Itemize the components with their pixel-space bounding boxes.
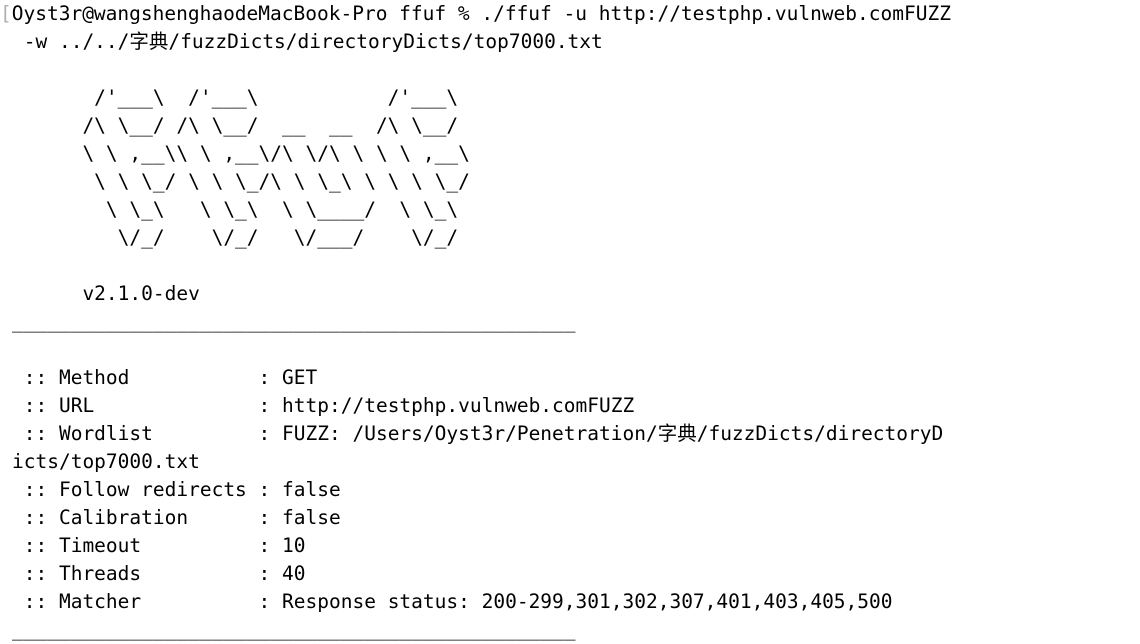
config-row-wrap: icts/top7000.txt xyxy=(12,448,200,476)
config-value: Response status: 200-299,301,302,307,401… xyxy=(282,590,893,613)
banner-line: \/_/ \/_/ \/___/ \/_/ xyxy=(12,226,459,249)
separator-line: ________________________________________… xyxy=(12,310,576,333)
config-label: :: Wordlist : xyxy=(12,422,283,445)
config-row: :: Timeout : 10 xyxy=(12,532,306,560)
config-value: 40 xyxy=(282,562,306,585)
command-text: Oyst3r@wangshenghaodeMacBook-Pro ffuf % … xyxy=(11,2,951,25)
config-row: :: Wordlist : FUZZ: /Users/Oyst3r/Penetr… xyxy=(12,420,944,448)
config-value: http://testphp.vulnweb.comFUZZ xyxy=(282,394,635,417)
config-label: :: Calibration : xyxy=(12,506,283,529)
config-row: :: Threads : 40 xyxy=(12,560,306,588)
config-value: FUZZ: /Users/Oyst3r/Penetration/字典/fuzzD… xyxy=(282,422,944,445)
separator-line: ________________________________________… xyxy=(12,618,576,641)
banner-line: \ \ \_/ \ \ \_/\ \ \_\ \ \ \ \_/ xyxy=(12,170,470,193)
banner-line: /\ \__/ /\ \__/ __ __ /\ \__/ xyxy=(12,114,459,137)
config-row: :: Matcher : Response status: 200-299,30… xyxy=(12,588,893,616)
banner-line: /'___\ /'___\ /'___\ xyxy=(12,86,459,109)
config-label: :: Follow redirects : xyxy=(12,478,283,501)
config-label: :: Threads : xyxy=(12,562,283,585)
config-value: icts/top7000.txt xyxy=(12,450,200,473)
command-continuation: -w ../../字典/fuzzDicts/directoryDicts/top… xyxy=(12,30,603,53)
config-row: :: URL : http://testphp.vulnweb.comFUZZ xyxy=(12,392,635,420)
command-line: [Oyst3r@wangshenghaodeMacBook-Pro ffuf %… xyxy=(0,0,951,28)
config-row: :: Calibration : false xyxy=(12,504,341,532)
config-label: :: Method : xyxy=(12,366,283,389)
config-value: false xyxy=(282,478,341,501)
config-row: :: Follow redirects : false xyxy=(12,476,341,504)
config-value: 10 xyxy=(282,534,306,557)
banner-line: \ \ ,__\\ \ ,__\/\ \/\ \ \ \ ,__\ xyxy=(12,142,470,165)
config-label: :: URL : xyxy=(12,394,283,417)
config-label: :: Matcher : xyxy=(12,590,283,613)
config-value: false xyxy=(282,506,341,529)
config-label: :: Timeout : xyxy=(12,534,283,557)
version-text: v2.1.0-dev xyxy=(12,282,200,305)
config-value: GET xyxy=(282,366,318,389)
terminal-window[interactable]: [Oyst3r@wangshenghaodeMacBook-Pro ffuf %… xyxy=(0,0,1140,644)
prompt-bracket: [ xyxy=(0,2,12,25)
config-row: :: Method : GET xyxy=(12,364,318,392)
banner-line: \ \_\ \ \_\ \ \____/ \ \_\ xyxy=(12,198,459,221)
